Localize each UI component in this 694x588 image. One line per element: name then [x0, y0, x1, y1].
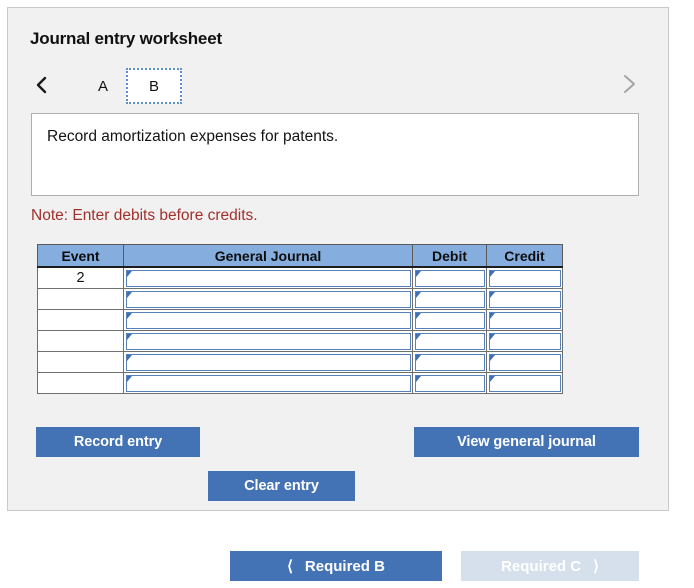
sidebar-item-tab-b[interactable]: B [126, 68, 182, 104]
debit-cell[interactable] [412, 309, 487, 331]
debits-before-credits-note: Note: Enter debits before credits. [31, 207, 258, 224]
credit-cell[interactable] [486, 372, 563, 394]
tab-prev-button[interactable] [32, 73, 52, 97]
column-header-credit: Credit [486, 244, 563, 268]
column-header-debit: Debit [412, 244, 487, 268]
chevron-right-icon [624, 75, 635, 93]
tab-a-label: A [97, 77, 108, 95]
debit-cell[interactable] [412, 266, 487, 289]
credit-input[interactable] [489, 332, 561, 350]
credit-input[interactable] [489, 269, 561, 287]
debit-input[interactable] [415, 332, 485, 350]
chevron-right-icon: ⟩ [593, 557, 599, 575]
debit-cell[interactable] [412, 351, 487, 373]
debit-cell[interactable] [412, 288, 487, 310]
required-b-label: Required B [304, 557, 385, 575]
tab-next-button[interactable] [616, 69, 642, 99]
event-number-cell [37, 351, 124, 373]
credit-input[interactable] [489, 374, 561, 392]
journal-entry-table: Event General Journal Debit Credit 2 [37, 244, 563, 394]
general-journal-cell[interactable] [123, 266, 413, 289]
general-journal-input[interactable] [126, 374, 411, 392]
event-number-cell [37, 309, 124, 331]
credit-cell[interactable] [486, 266, 563, 289]
table-row [37, 330, 563, 352]
debit-input[interactable] [415, 290, 485, 308]
record-entry-button[interactable]: Record entry [36, 427, 200, 457]
worksheet-tabstrip: A B [8, 65, 668, 109]
general-journal-cell[interactable] [123, 372, 413, 394]
table-header-row: Event General Journal Debit Credit [37, 244, 563, 268]
column-header-general-journal: General Journal [123, 244, 413, 268]
general-journal-input[interactable] [126, 353, 411, 371]
sidebar-item-tab-a[interactable]: A [82, 68, 124, 104]
required-c-nav-button: Required C ⟩ [461, 551, 639, 581]
credit-cell[interactable] [486, 288, 563, 310]
event-number-cell: 2 [37, 266, 124, 289]
view-general-journal-button[interactable]: View general journal [414, 427, 639, 457]
debit-input[interactable] [415, 353, 485, 371]
general-journal-cell[interactable] [123, 288, 413, 310]
credit-cell[interactable] [486, 330, 563, 352]
table-row [37, 288, 563, 310]
required-c-label: Required C [501, 557, 582, 575]
table-row: 2 [37, 266, 563, 289]
credit-cell[interactable] [486, 309, 563, 331]
general-journal-input[interactable] [126, 290, 411, 308]
table-row [37, 351, 563, 373]
column-header-event: Event [37, 244, 124, 268]
table-row [37, 372, 563, 394]
general-journal-input[interactable] [126, 332, 411, 350]
debit-cell[interactable] [412, 372, 487, 394]
general-journal-input[interactable] [126, 311, 411, 329]
general-journal-cell[interactable] [123, 330, 413, 352]
general-journal-input[interactable] [126, 269, 411, 287]
debit-input[interactable] [415, 374, 485, 392]
credit-cell[interactable] [486, 351, 563, 373]
event-number-cell [37, 330, 124, 352]
debit-input[interactable] [415, 269, 485, 287]
event-number-cell [37, 288, 124, 310]
tab-b-label: B [148, 77, 159, 95]
chevron-left-icon [36, 76, 47, 94]
general-journal-cell[interactable] [123, 351, 413, 373]
transaction-prompt-text: Record amortization expenses for patents… [47, 128, 339, 145]
transaction-prompt-box: Record amortization expenses for patents… [31, 113, 639, 196]
general-journal-cell[interactable] [123, 309, 413, 331]
journal-entry-panel: Journal entry worksheet A B Record amort… [7, 7, 669, 511]
credit-input[interactable] [489, 290, 561, 308]
chevron-left-icon: ⟨ [287, 557, 293, 575]
table-row [37, 309, 563, 331]
debit-input[interactable] [415, 311, 485, 329]
required-b-nav-button[interactable]: ⟨ Required B [230, 551, 442, 581]
clear-entry-button[interactable]: Clear entry [208, 471, 355, 501]
debit-cell[interactable] [412, 330, 487, 352]
event-number-cell [37, 372, 124, 394]
page-title: Journal entry worksheet [30, 29, 222, 48]
credit-input[interactable] [489, 311, 561, 329]
credit-input[interactable] [489, 353, 561, 371]
